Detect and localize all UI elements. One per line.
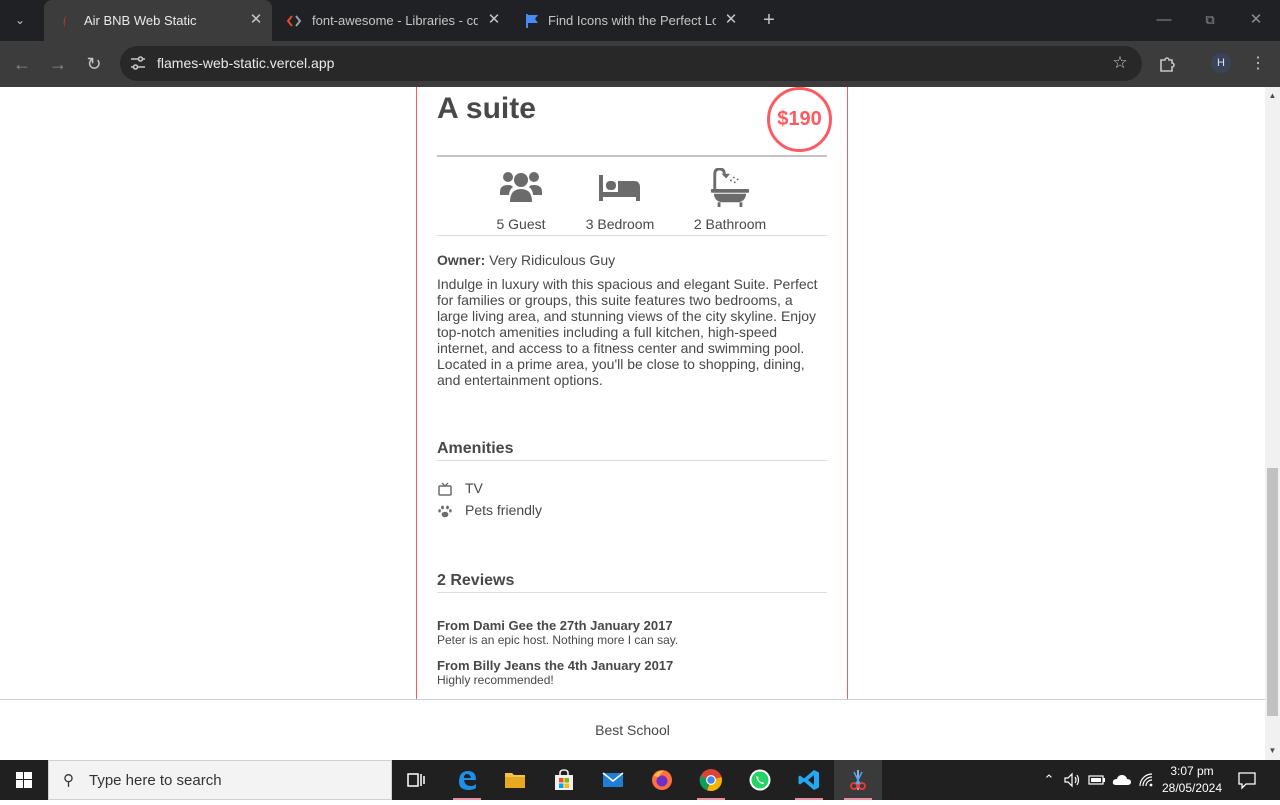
network-wifi-icon[interactable] — [1136, 770, 1156, 790]
amenities-heading: Amenities — [437, 440, 827, 461]
tab-close-icon[interactable]: ✕ — [722, 11, 740, 29]
taskbar-edge[interactable] — [443, 760, 491, 800]
windows-logo-icon — [16, 772, 32, 788]
place-description: Indulge in luxury with this spacious and… — [437, 276, 818, 388]
bedroom-info: 3 Bedroom — [570, 168, 670, 232]
owner-label: Owner: — [437, 252, 486, 268]
flag-favicon-icon — [526, 14, 538, 28]
guest-info: 5 Guest — [471, 168, 571, 232]
tv-icon — [438, 482, 452, 496]
task-view-button[interactable] — [392, 760, 440, 800]
taskbar-chrome[interactable] — [687, 760, 735, 800]
bed-icon — [599, 175, 640, 201]
place-title: A suite — [437, 92, 536, 125]
new-tab-plus-icon[interactable]: + — [758, 9, 780, 31]
tab-title: Find Icons with the Perfect Look — [548, 13, 716, 28]
url-text: flames-web-static.vercel.app — [157, 55, 335, 71]
bath-icon — [710, 168, 750, 208]
store-bag-icon — [555, 769, 573, 790]
footer-text: Best School — [595, 722, 670, 738]
tab-strip: ⌄ Air BNB Web Static ✕ font-awesome - Li… — [0, 0, 1280, 41]
review-text: Peter is an epic host. Nothing more I ca… — [437, 633, 679, 647]
divider — [437, 155, 827, 157]
extensions-puzzle-icon[interactable] — [1156, 52, 1180, 76]
amenity-label: TV — [465, 480, 483, 496]
reload-icon[interactable]: ↻ — [82, 52, 106, 76]
place-card: A suite $190 5 Guest 3 Bedroom 2 Bathroo… — [416, 87, 848, 700]
tab-font-awesome[interactable]: font-awesome - Libraries - cdnjs ✕ — [272, 0, 508, 41]
browser-toolbar: ← → ↻ flames-web-static.vercel.app ☆ H ⋮ — [0, 41, 1280, 87]
taskbar-store[interactable] — [540, 760, 588, 800]
tab-search-chevron-icon[interactable]: ⌄ — [8, 9, 32, 31]
tab-title: font-awesome - Libraries - cdnjs — [312, 13, 478, 28]
tab-close-icon[interactable]: ✕ — [485, 11, 503, 29]
owner-name: Very Ridiculous Guy — [489, 252, 616, 268]
taskbar-file-explorer[interactable] — [491, 760, 539, 800]
scroll-up-arrow-icon[interactable]: ▲ — [1265, 89, 1280, 103]
chrome-icon — [699, 769, 722, 792]
page-viewport: A suite $190 5 Guest 3 Bedroom 2 Bathroo… — [0, 87, 1265, 760]
notification-center-icon[interactable] — [1236, 770, 1258, 790]
windows-taskbar: ⚲ Type here to search ⌃ 3:07 pm 28/05/20… — [0, 760, 1280, 800]
scroll-down-arrow-icon[interactable]: ▼ — [1265, 744, 1280, 758]
guest-count: 5 Guest — [496, 216, 546, 232]
taskbar-clock[interactable]: 3:07 pm 28/05/2024 — [1156, 763, 1228, 797]
bathroom-count: 2 Bathroom — [693, 216, 767, 232]
tab-find-icons[interactable]: Find Icons with the Perfect Look ✕ — [510, 0, 746, 41]
page-footer: Best School — [0, 699, 1265, 760]
review-header: From Dami Gee the 27th January 2017 — [437, 618, 673, 633]
bookmark-star-icon[interactable]: ☆ — [1110, 53, 1130, 73]
onedrive-cloud-icon[interactable] — [1111, 770, 1133, 790]
window-close-icon[interactable]: ✕ — [1246, 10, 1266, 30]
whatsapp-icon — [749, 769, 771, 791]
reviews-heading: 2 Reviews — [437, 572, 827, 593]
airbnb-favicon-icon — [63, 15, 67, 27]
tab-title: Air BNB Web Static — [84, 13, 197, 28]
review-text: Highly recommended! — [437, 673, 554, 687]
windows-start-button[interactable] — [0, 760, 48, 800]
back-arrow-icon[interactable]: ← — [10, 52, 34, 76]
paw-icon — [438, 505, 452, 518]
mail-icon — [602, 772, 624, 787]
profile-avatar[interactable]: H — [1211, 53, 1231, 73]
taskbar-mail[interactable] — [589, 760, 637, 800]
volume-speaker-icon[interactable] — [1062, 770, 1082, 790]
taskbar-snipping-tool[interactable] — [834, 760, 882, 800]
divider — [437, 235, 827, 236]
search-icon: ⚲ — [63, 772, 74, 789]
price-badge: $190 — [767, 87, 832, 152]
amenity-label: Pets friendly — [465, 502, 543, 518]
code-brackets-favicon-icon — [286, 15, 302, 27]
bathroom-info: 2 Bathroom — [680, 168, 780, 232]
taskbar-vscode[interactable] — [785, 760, 833, 800]
show-hidden-icons-chevron-icon[interactable]: ⌃ — [1040, 770, 1058, 790]
scrollbar-thumb[interactable] — [1267, 468, 1278, 716]
clock-date: 28/05/2024 — [1161, 781, 1223, 795]
owner-line: Owner: Very Ridiculous Guy — [437, 252, 615, 268]
bedroom-count: 3 Bedroom — [585, 216, 655, 232]
tab-air-bnb[interactable]: Air BNB Web Static ✕ — [44, 0, 272, 41]
task-view-icon — [407, 773, 425, 787]
restore-icon[interactable]: ⧉ — [1200, 10, 1220, 30]
page-scrollbar[interactable]: ▲ ▼ — [1265, 87, 1280, 760]
users-icon — [500, 172, 542, 202]
folder-icon — [505, 773, 525, 788]
taskbar-search-input[interactable]: ⚲ Type here to search — [48, 760, 392, 800]
address-bar[interactable]: flames-web-static.vercel.app ☆ — [120, 46, 1142, 81]
taskbar-firefox[interactable] — [638, 760, 686, 800]
firefox-icon — [652, 770, 672, 790]
clock-time: 3:07 pm — [1170, 764, 1214, 778]
vscode-icon — [798, 770, 819, 790]
taskbar-whatsapp[interactable] — [736, 760, 784, 800]
review-header: From Billy Jeans the 4th January 2017 — [437, 658, 674, 673]
battery-icon[interactable] — [1087, 770, 1107, 790]
forward-arrow-icon[interactable]: → — [46, 52, 70, 76]
kebab-menu-icon[interactable]: ⋮ — [1246, 52, 1270, 76]
search-placeholder: Type here to search — [89, 772, 222, 789]
minimize-icon[interactable]: — — [1154, 10, 1174, 30]
edge-icon — [459, 771, 476, 790]
site-settings-icon[interactable] — [128, 54, 148, 74]
tab-close-icon[interactable]: ✕ — [247, 11, 265, 29]
snipping-tool-icon — [850, 770, 866, 790]
